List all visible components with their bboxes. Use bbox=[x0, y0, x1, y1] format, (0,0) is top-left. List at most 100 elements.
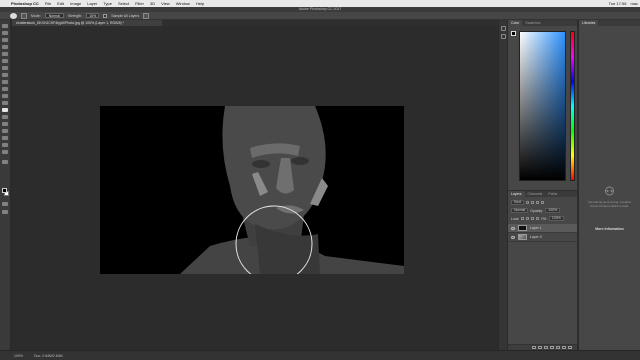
adjustment-filter-icon[interactable] bbox=[531, 201, 535, 204]
tab-layers[interactable]: Layers bbox=[508, 191, 525, 197]
lasso-tool-icon[interactable] bbox=[2, 38, 8, 42]
menu-app-name[interactable]: Photoshop CC bbox=[8, 1, 42, 6]
new-group-icon[interactable] bbox=[556, 346, 560, 349]
tab-channels[interactable]: Channels bbox=[525, 191, 546, 197]
dodge-burn-tool-icon[interactable] bbox=[2, 108, 8, 112]
eraser-tool-icon[interactable] bbox=[2, 94, 8, 98]
brush-tool-icon[interactable] bbox=[2, 73, 8, 77]
type-tool-icon[interactable] bbox=[2, 122, 8, 126]
type-filter-icon[interactable] bbox=[536, 201, 540, 204]
menu-layer[interactable]: Layer bbox=[84, 1, 100, 6]
quick-mask-icon[interactable] bbox=[2, 202, 8, 206]
fill-field[interactable]: 100% bbox=[548, 216, 564, 221]
panel-icon-strip bbox=[498, 20, 507, 350]
brush-settings-icon[interactable] bbox=[21, 12, 27, 19]
clone-stamp-tool-icon[interactable] bbox=[2, 80, 8, 84]
fill-label: Fill: bbox=[541, 216, 547, 221]
shape-filter-icon[interactable] bbox=[541, 201, 545, 204]
screen-mode-icon[interactable] bbox=[2, 210, 8, 214]
edit-toolbar-icon[interactable] bbox=[2, 160, 8, 164]
sample-all-label: Sample All Layers bbox=[111, 13, 140, 18]
pixel-filter-icon[interactable] bbox=[526, 201, 530, 204]
document-image[interactable] bbox=[100, 106, 404, 274]
layer-name[interactable]: Layer 0 bbox=[530, 235, 542, 239]
menu-view[interactable]: View bbox=[158, 1, 173, 6]
libraries-panel-tabs: Libraries bbox=[579, 20, 640, 26]
tab-swatches[interactable]: Swatches bbox=[522, 20, 543, 26]
shape-tool-icon[interactable] bbox=[2, 136, 8, 140]
trash-icon[interactable] bbox=[568, 346, 572, 349]
brush-preset-icon[interactable] bbox=[10, 12, 17, 19]
layers-panel: Layers Channels Paths Kind Normal Opacit… bbox=[508, 190, 578, 350]
visibility-eye-icon[interactable] bbox=[511, 226, 515, 230]
menu-image[interactable]: Image bbox=[67, 1, 84, 6]
lock-all-icon[interactable] bbox=[536, 217, 540, 220]
mode-label: Mode: bbox=[31, 13, 41, 18]
layer-row-layer-0[interactable]: Layer 0 bbox=[508, 233, 577, 242]
menu-3d[interactable]: 3D bbox=[147, 1, 158, 6]
link-layers-icon[interactable] bbox=[532, 346, 536, 349]
layer-name[interactable]: Layer 1 bbox=[530, 226, 542, 230]
tab-libraries[interactable]: Libraries bbox=[579, 20, 599, 26]
menu-select[interactable]: Select bbox=[115, 1, 132, 6]
crop-tool-icon[interactable] bbox=[2, 52, 8, 56]
blend-mode-select[interactable]: Normal bbox=[511, 208, 529, 213]
color-picker-field[interactable] bbox=[519, 31, 566, 181]
more-information-link[interactable]: More Information bbox=[584, 227, 635, 231]
menu-file[interactable]: File bbox=[42, 1, 54, 6]
sample-all-checkbox[interactable] bbox=[103, 13, 108, 18]
foreground-color-chip[interactable] bbox=[511, 31, 516, 36]
color-panel-tabs: Color Swatches bbox=[508, 20, 577, 26]
kind-filter-select[interactable]: Kind bbox=[511, 200, 525, 205]
lock-row: Lock: Fill: 100% bbox=[511, 216, 574, 221]
hand-tool-icon[interactable] bbox=[2, 143, 8, 147]
marquee-tool-icon[interactable] bbox=[2, 31, 8, 35]
tab-paths[interactable]: Paths bbox=[545, 191, 560, 197]
path-select-tool-icon[interactable] bbox=[2, 129, 8, 133]
visibility-eye-icon[interactable] bbox=[511, 235, 515, 239]
layer-style-icon[interactable] bbox=[538, 346, 542, 349]
libraries-panel: Libraries Something went wrong. Creative… bbox=[579, 20, 640, 350]
document-info[interactable]: Doc: 2.64M/2.64M bbox=[34, 354, 63, 358]
quick-select-tool-icon[interactable] bbox=[2, 45, 8, 49]
history-brush-tool-icon[interactable] bbox=[2, 87, 8, 91]
lock-transparent-icon[interactable] bbox=[521, 217, 525, 220]
zoom-tool-icon[interactable] bbox=[2, 150, 8, 154]
strength-label: Strength: bbox=[68, 13, 83, 18]
hue-slider[interactable] bbox=[570, 31, 575, 181]
gradient-tool-icon[interactable] bbox=[2, 101, 8, 105]
lock-position-icon[interactable] bbox=[531, 217, 535, 220]
menu-filter[interactable]: Filter bbox=[132, 1, 147, 6]
properties-panel-icon[interactable] bbox=[501, 34, 506, 39]
add-mask-icon[interactable] bbox=[544, 346, 548, 349]
history-panel-icon[interactable] bbox=[501, 26, 506, 31]
zoom-level[interactable]: 100% bbox=[14, 354, 23, 358]
eyedropper-tool-icon[interactable] bbox=[2, 59, 8, 63]
opacity-field[interactable]: 100% bbox=[545, 208, 561, 213]
strength-field[interactable]: 15% bbox=[86, 13, 100, 18]
tools-panel bbox=[0, 20, 11, 350]
healing-tool-icon[interactable] bbox=[2, 66, 8, 70]
tab-color[interactable]: Color bbox=[508, 20, 523, 26]
color-panel: Color Swatches bbox=[508, 20, 578, 190]
opacity-label: Opacity: bbox=[530, 208, 544, 213]
mode-select[interactable]: Normal bbox=[44, 13, 65, 18]
pen-tool-icon[interactable] bbox=[2, 115, 8, 119]
lock-label: Lock: bbox=[511, 216, 520, 221]
foreground-color-swatch[interactable] bbox=[2, 188, 7, 193]
cloud-error-icon bbox=[605, 186, 614, 196]
canvas-area[interactable] bbox=[12, 26, 502, 350]
pressure-icon[interactable] bbox=[143, 12, 150, 19]
menu-edit[interactable]: Edit bbox=[54, 1, 67, 6]
new-layer-icon[interactable] bbox=[562, 346, 566, 349]
user-name: mac bbox=[630, 1, 638, 6]
lock-image-icon[interactable] bbox=[526, 217, 530, 220]
menu-type[interactable]: Type bbox=[100, 1, 115, 6]
menu-help[interactable]: Help bbox=[193, 1, 207, 6]
libraries-error-message: Something went wrong. Creative Cloud Lib… bbox=[587, 200, 632, 208]
clock: Tue 17:56 bbox=[608, 1, 627, 6]
layer-row-layer-1[interactable]: Layer 1 bbox=[508, 224, 577, 233]
menu-window[interactable]: Window bbox=[173, 1, 193, 6]
move-tool-icon[interactable] bbox=[2, 24, 8, 28]
adjustment-layer-icon[interactable] bbox=[550, 346, 554, 349]
